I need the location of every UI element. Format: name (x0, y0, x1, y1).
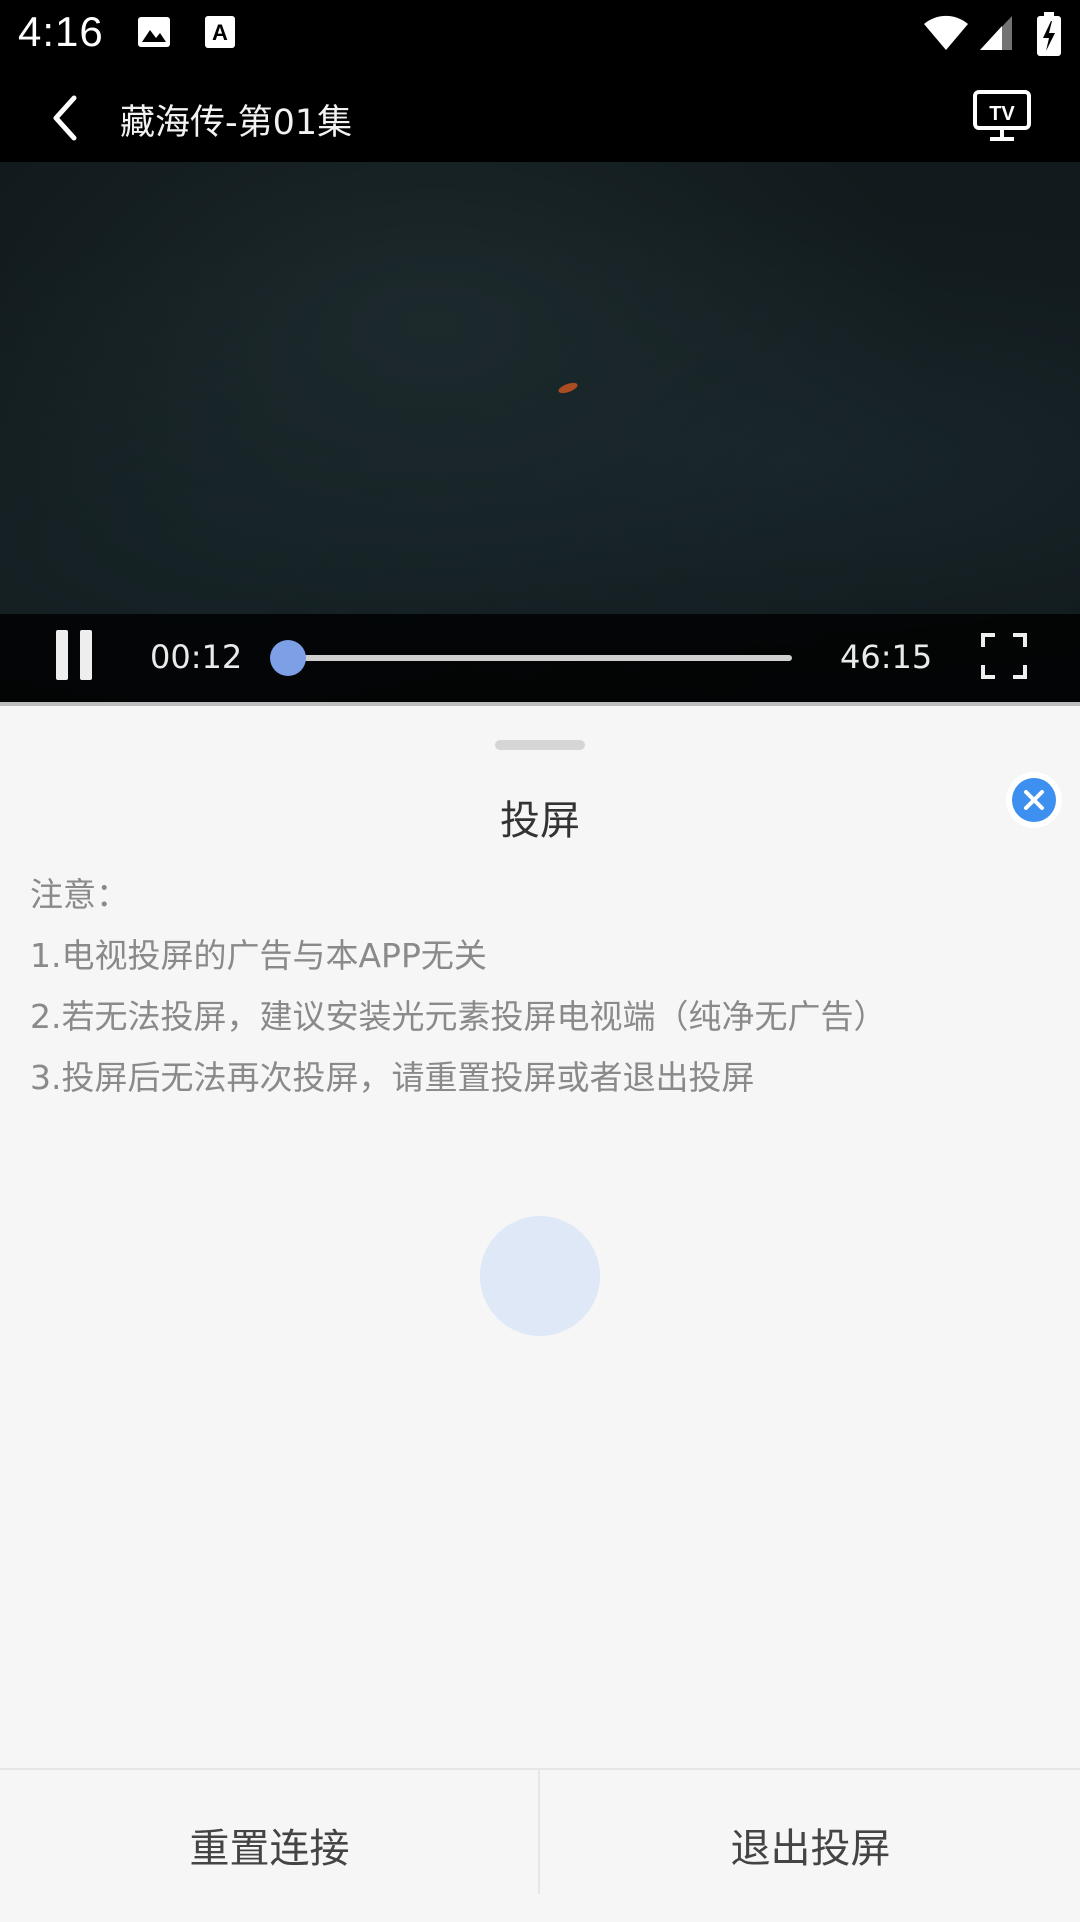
video-frame-highlight (557, 380, 579, 396)
notice-item: 1.电视投屏的广告与本APP无关 (30, 936, 487, 975)
video-player[interactable]: 00:12 46:15 (0, 162, 1080, 702)
footer-divider (538, 1770, 540, 1894)
svg-text:A: A (212, 20, 228, 45)
player-controls: 00:12 46:15 (0, 614, 1080, 702)
sheet-footer: 重置连接 退出投屏 (0, 1768, 1080, 1922)
close-button[interactable] (1006, 772, 1062, 828)
notice-heading: 注意： (30, 875, 129, 914)
seek-bar[interactable] (286, 655, 792, 661)
close-icon (1024, 790, 1044, 810)
pause-button[interactable] (52, 630, 96, 680)
tv-icon: TV (973, 90, 1031, 141)
device-search-spinner (480, 1216, 600, 1336)
cast-tv-button[interactable]: TV (972, 88, 1032, 144)
video-title: 藏海传-第01集 (120, 103, 353, 143)
current-time: 00:12 (150, 638, 243, 676)
tv-icon-label: TV (989, 103, 1015, 125)
drag-handle[interactable] (495, 740, 585, 750)
notice-item: 2.若无法投屏，建议安装光元素投屏电视端（纯净无广告） (30, 997, 887, 1036)
wifi-icon (924, 15, 968, 51)
exit-cast-button[interactable]: 退出投屏 (541, 1770, 1080, 1920)
status-bar: 4:16 A (0, 0, 1080, 72)
image-icon (138, 17, 170, 47)
notice-item: 3.投屏后无法再次投屏，请重置投屏或者退出投屏 (30, 1058, 755, 1097)
back-button[interactable] (40, 88, 100, 148)
cast-sheet: 投屏 注意： 1.电视投屏的广告与本APP无关 2.若无法投屏，建议安装光元素投… (0, 706, 1080, 1920)
status-time: 4:16 (18, 8, 104, 55)
fullscreen-button[interactable] (980, 632, 1028, 680)
cast-notice: 注意： 1.电视投屏的广告与本APP无关 2.若无法投屏，建议安装光元素投屏电视… (30, 864, 1050, 1108)
sheet-title: 投屏 (500, 798, 580, 844)
signal-icon (980, 16, 1012, 50)
text-a-icon: A (205, 16, 235, 48)
total-time: 46:15 (840, 638, 933, 676)
chevron-left-icon (53, 95, 77, 141)
battery-charging-icon (1037, 12, 1061, 56)
fullscreen-icon (981, 633, 1027, 679)
seek-thumb[interactable] (270, 640, 307, 676)
app-bar: 藏海传-第01集 TV (0, 72, 1080, 162)
reset-connection-button[interactable]: 重置连接 (0, 1770, 539, 1920)
